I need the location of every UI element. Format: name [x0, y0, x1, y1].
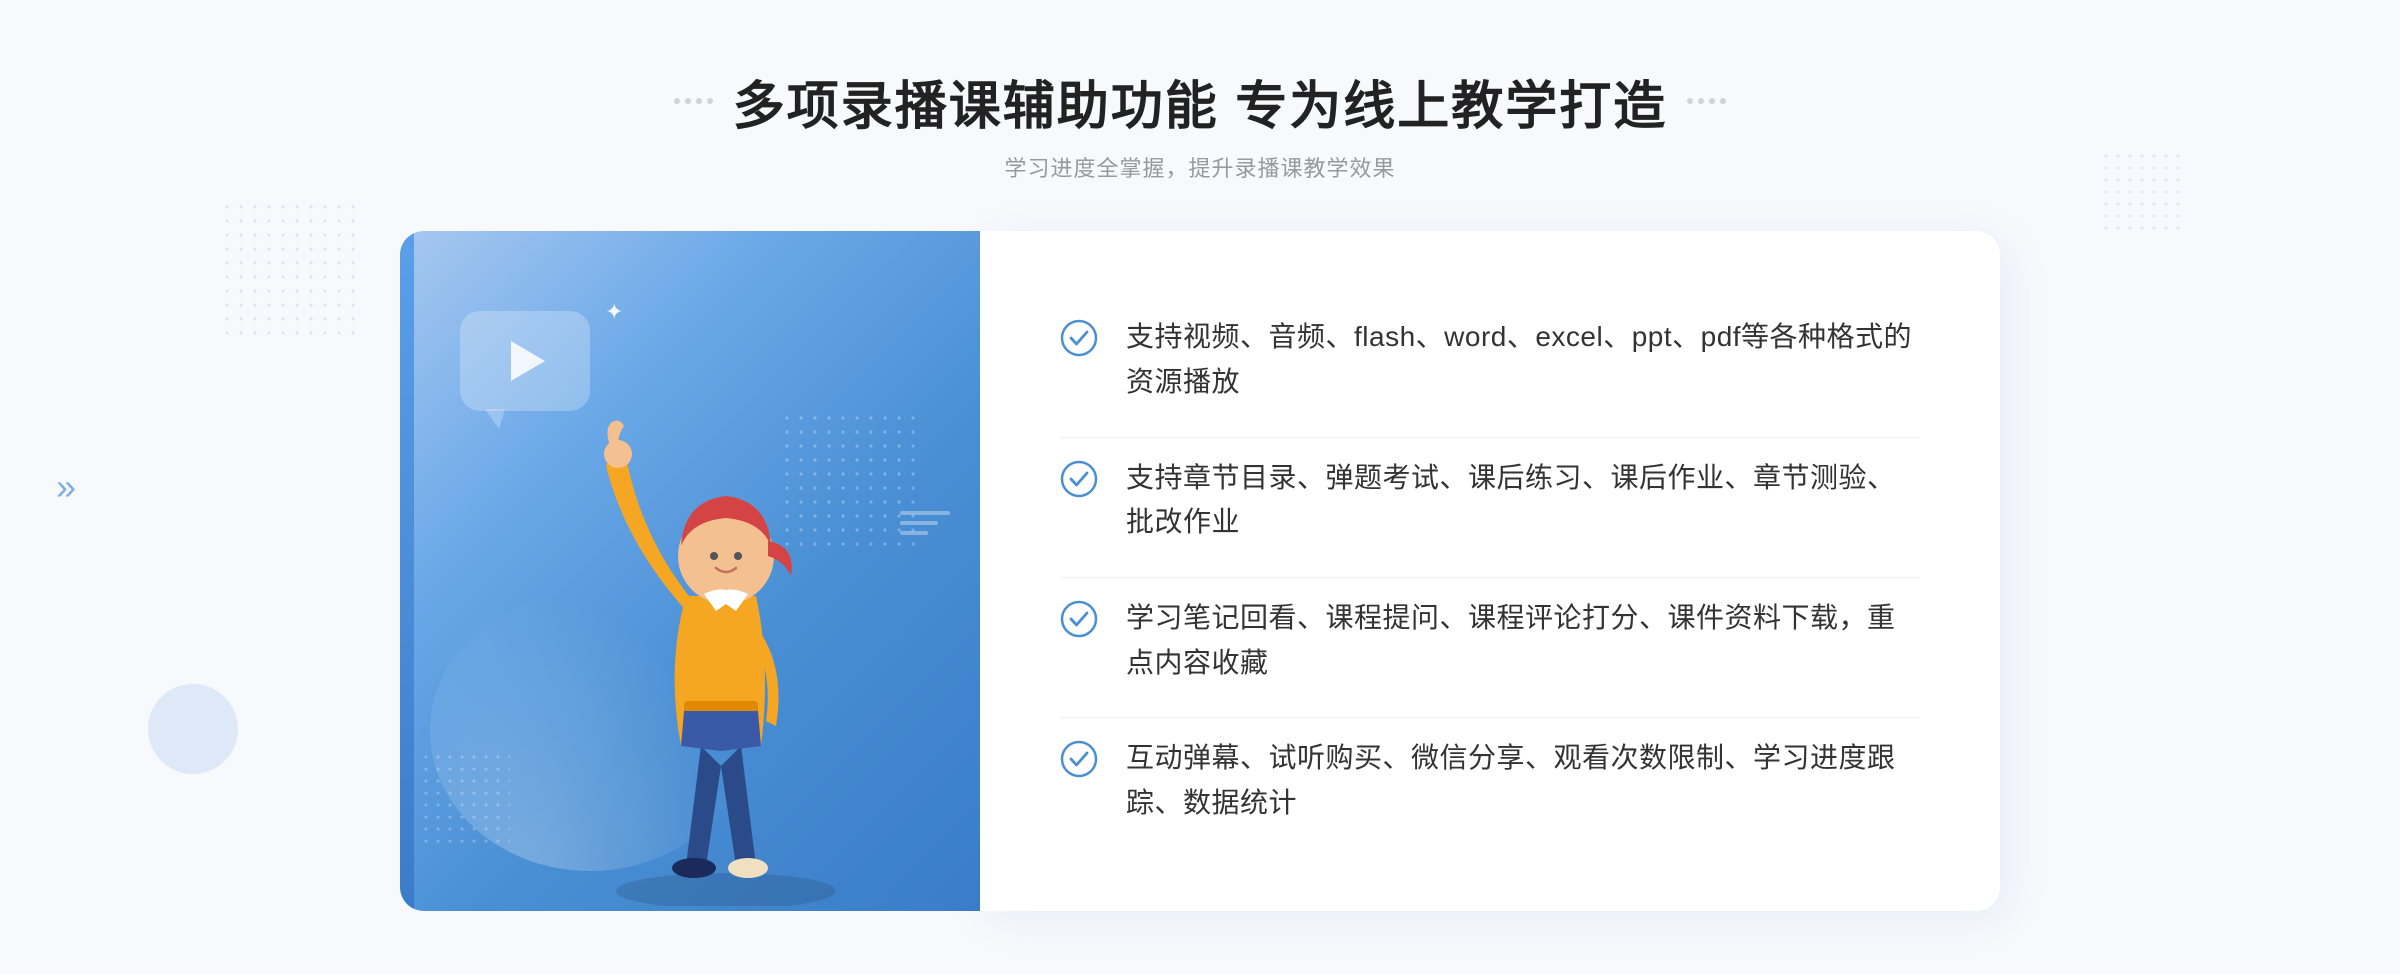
feature-text-1: 支持视频、音频、flash、word、excel、ppt、pdf等各种格式的资源… [1126, 315, 1920, 405]
accent-bar [400, 231, 414, 911]
header-decorators: 多项录播课辅助功能 专为线上教学打造 [674, 64, 1726, 139]
circle-decoration-left [148, 684, 238, 774]
feature-item-4: 互动弹幕、试听购买、微信分享、观看次数限制、学习进度跟踪、数据统计 [1060, 717, 1920, 844]
dots-decoration-right [2100, 150, 2180, 230]
check-icon-3 [1060, 600, 1098, 638]
illustration-panel: ✦ [400, 231, 980, 911]
main-content: ✦ [400, 231, 2000, 911]
feature-item-3: 学习笔记回看、课程提问、课程评论打分、课件资料下载，重点内容收藏 [1060, 577, 1920, 704]
header-dots-left [674, 98, 713, 104]
check-icon-1 [1060, 319, 1098, 357]
chevron-left-icon: » [56, 466, 68, 508]
sparkle-decoration: ✦ [605, 299, 623, 325]
content-wrapper: 多项录播课辅助功能 专为线上教学打造 学习进度全掌握，提升录播课教学效果 [400, 64, 2000, 911]
feature-text-2: 支持章节目录、弹题考试、课后练习、课后作业、章节测验、批改作业 [1126, 456, 1920, 546]
page-container: » 多项录播课辅助功能 专为线上教学打造 学习进度全掌握，提升录播课教学效果 [0, 0, 2400, 974]
decorative-lines [900, 511, 950, 541]
feature-item-2: 支持章节目录、弹题考试、课后练习、课后作业、章节测验、批改作业 [1060, 437, 1920, 564]
play-icon [511, 341, 545, 381]
features-panel: 支持视频、音频、flash、word、excel、ppt、pdf等各种格式的资源… [980, 231, 2000, 911]
page-subtitle: 学习进度全掌握，提升录播课教学效果 [674, 151, 1726, 183]
feature-text-3: 学习笔记回看、课程提问、课程评论打分、课件资料下载，重点内容收藏 [1126, 596, 1920, 686]
feature-item-1: 支持视频、音频、flash、word、excel、ppt、pdf等各种格式的资源… [1060, 297, 1920, 423]
header-dots-right [1687, 98, 1726, 104]
check-icon-4 [1060, 740, 1098, 778]
dots-decoration-left [220, 200, 360, 340]
page-title: 多项录播课辅助功能 专为线上教学打造 [733, 64, 1667, 139]
page-header: 多项录播课辅助功能 专为线上教学打造 学习进度全掌握，提升录播课教学效果 [674, 64, 1726, 183]
feature-text-4: 互动弹幕、试听购买、微信分享、观看次数限制、学习进度跟踪、数据统计 [1126, 736, 1920, 826]
person-figure [546, 346, 906, 911]
check-icon-2 [1060, 460, 1098, 498]
